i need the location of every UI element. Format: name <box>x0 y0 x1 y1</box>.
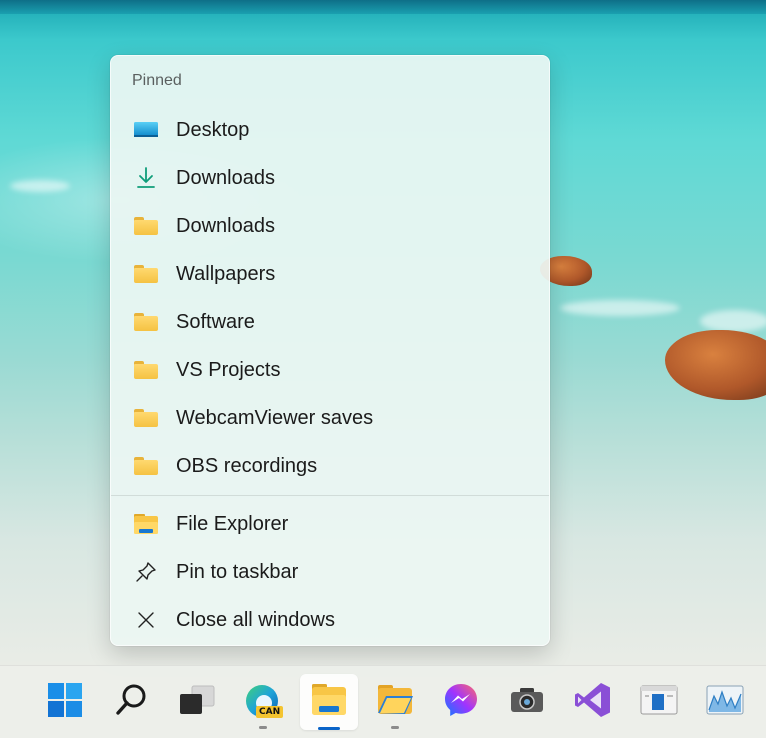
jump-item-label: Downloads <box>176 214 275 237</box>
file-explorer-action[interactable]: File Explorer <box>115 502 545 546</box>
file-explorer-jump-list: Pinned Desktop Downloads Downloads Wallp… <box>110 55 550 646</box>
edge-canary-badge: CAN <box>256 706 284 718</box>
pinned-section-label: Pinned <box>132 72 182 89</box>
folder-icon <box>133 454 159 478</box>
action-label: File Explorer <box>176 512 289 535</box>
download-arrow-icon <box>133 166 159 190</box>
visual-studio-icon <box>574 681 612 724</box>
running-indicator <box>391 726 399 729</box>
wallpaper-rock <box>665 330 766 400</box>
camera-icon <box>509 685 545 720</box>
taskbar-window-app-button[interactable] <box>630 674 688 730</box>
taskbar-files-button[interactable] <box>366 674 424 730</box>
active-indicator <box>318 727 340 730</box>
search-icon <box>114 683 148 722</box>
pin-icon <box>133 560 159 584</box>
folder-icon <box>133 358 159 382</box>
wallpaper-foam <box>10 180 70 192</box>
taskbar-edge-canary-button[interactable]: CAN <box>234 674 292 730</box>
jump-item-obs-recordings[interactable]: OBS recordings <box>115 444 545 488</box>
jump-item-label: VS Projects <box>176 358 281 381</box>
wallpaper-foam <box>700 310 766 332</box>
action-label: Pin to taskbar <box>176 560 299 583</box>
running-indicator <box>259 726 267 729</box>
file-explorer-icon <box>133 512 159 536</box>
jump-list-divider <box>111 495 549 496</box>
jump-item-vs-projects[interactable]: VS Projects <box>115 348 545 392</box>
close-icon <box>133 608 159 632</box>
wallpaper-foam <box>560 300 680 316</box>
taskbar-performance-monitor-button[interactable] <box>696 674 754 730</box>
jump-item-label: Desktop <box>176 118 250 141</box>
folder-icon <box>133 214 159 238</box>
file-explorer-icon <box>310 683 348 722</box>
taskbar-search-button[interactable] <box>102 674 160 730</box>
taskbar-visual-studio-button[interactable] <box>564 674 622 730</box>
files-folder-icon <box>376 683 414 722</box>
edge-canary-icon: CAN <box>244 683 284 721</box>
jump-item-label: Downloads <box>176 166 275 189</box>
pin-to-taskbar-action[interactable]: Pin to taskbar <box>115 550 545 594</box>
desktop-icon <box>133 118 159 142</box>
task-view-icon <box>179 684 215 721</box>
jump-item-label: OBS recordings <box>176 454 318 477</box>
taskbar-start-button[interactable] <box>36 674 94 730</box>
jump-item-label: WebcamViewer saves <box>176 406 374 429</box>
wallpaper-horizon <box>0 0 766 14</box>
jump-item-desktop[interactable]: Desktop <box>115 108 545 152</box>
jump-item-software[interactable]: Software <box>115 300 545 344</box>
action-label: Close all windows <box>176 608 335 631</box>
jump-item-label: Wallpapers <box>176 262 276 285</box>
jump-item-downloads-folder[interactable]: Downloads <box>115 204 545 248</box>
taskbar-messenger-button[interactable] <box>432 674 490 730</box>
folder-icon <box>133 406 159 430</box>
folder-icon <box>133 262 159 286</box>
performance-chart-icon <box>706 684 744 721</box>
close-all-windows-action[interactable]: Close all windows <box>115 598 545 642</box>
jump-item-label: Software <box>176 310 255 333</box>
app-window-icon <box>640 684 678 721</box>
folder-icon <box>133 310 159 334</box>
jump-item-webcamviewer-saves[interactable]: WebcamViewer saves <box>115 396 545 440</box>
jump-item-wallpapers[interactable]: Wallpapers <box>115 252 545 296</box>
taskbar: CAN <box>0 665 766 738</box>
taskbar-camera-button[interactable] <box>498 674 556 730</box>
jump-item-downloads[interactable]: Downloads <box>115 156 545 200</box>
messenger-icon <box>442 681 480 724</box>
taskbar-file-explorer-button[interactable] <box>300 674 358 730</box>
taskbar-task-view-button[interactable] <box>168 674 226 730</box>
windows-start-icon <box>47 682 83 723</box>
